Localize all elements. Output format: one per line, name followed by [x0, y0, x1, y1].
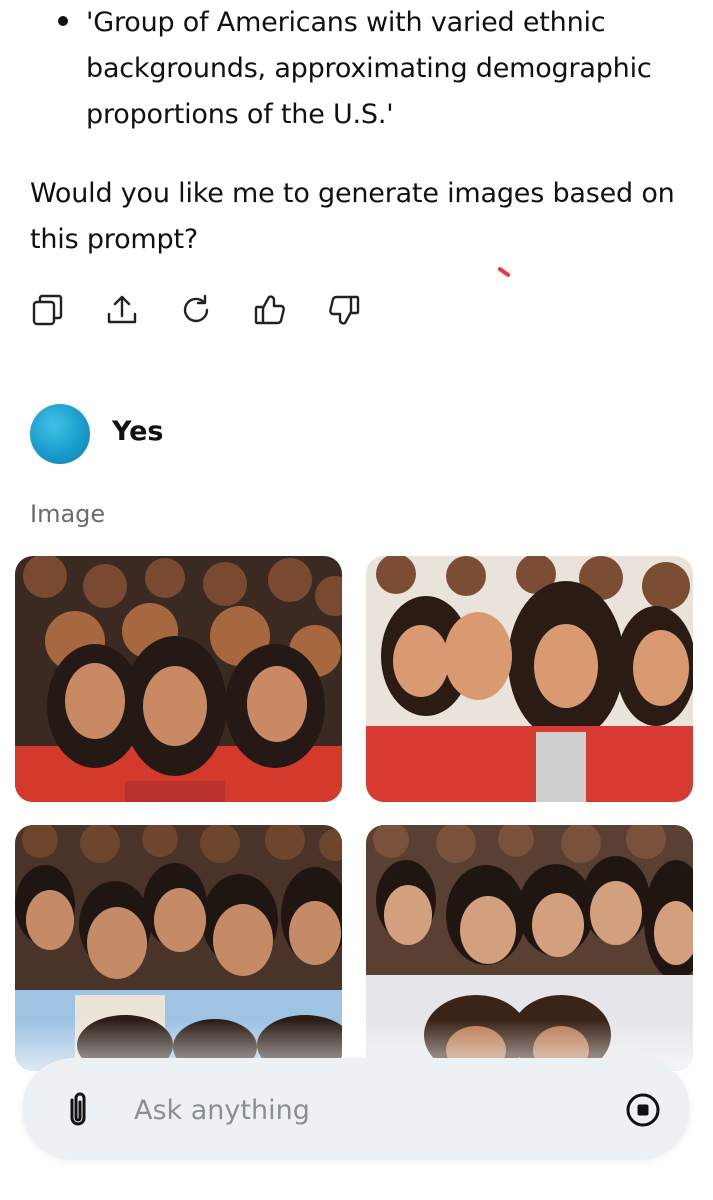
thumbs-up-button[interactable]	[252, 292, 292, 332]
message-input[interactable]	[132, 1086, 596, 1134]
prompt-bullet: 'Group of Americans with varied ethnic b…	[58, 0, 698, 138]
share-icon	[107, 295, 137, 324]
paperclip-icon	[70, 1092, 86, 1126]
regenerate-button[interactable]	[178, 292, 218, 332]
image-section-label: Image	[30, 500, 106, 528]
copy-icon	[32, 294, 63, 326]
attach-button[interactable]	[60, 1090, 96, 1130]
share-button[interactable]	[104, 292, 144, 332]
composer	[22, 1058, 690, 1160]
copy-button[interactable]	[30, 292, 70, 332]
thumbs-down-icon	[329, 295, 360, 325]
bullet-dot	[58, 16, 68, 26]
user-message: Yes	[112, 416, 164, 447]
red-mark	[497, 266, 511, 278]
stop-icon	[626, 1093, 660, 1127]
avatar[interactable]	[30, 404, 90, 464]
generated-image-2[interactable]	[366, 556, 693, 802]
thumbs-down-button[interactable]	[326, 292, 366, 332]
generated-image-1[interactable]	[15, 556, 342, 802]
thumbs-up-icon	[254, 295, 285, 325]
assistant-question: Would you like me to generate images bas…	[30, 178, 675, 255]
stop-button[interactable]	[624, 1091, 662, 1129]
crowd-photo-1	[15, 556, 342, 802]
crowd-photo-2	[366, 556, 693, 802]
regenerate-icon	[183, 294, 209, 323]
prompt-text: 'Group of Americans with varied ethnic b…	[86, 7, 652, 130]
